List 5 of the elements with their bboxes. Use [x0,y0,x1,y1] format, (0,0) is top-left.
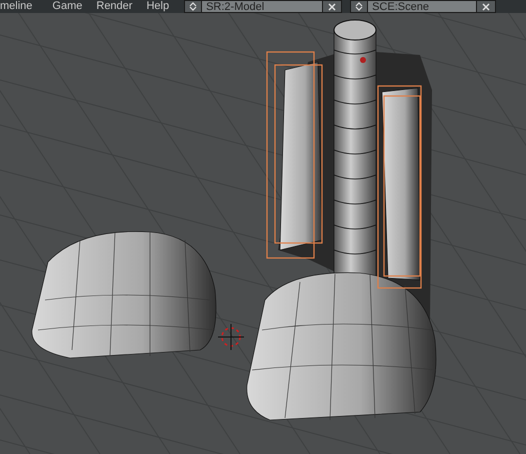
menu-item[interactable]: meline [0,0,40,13]
menu-item[interactable]: Render [89,0,140,13]
menu-item[interactable]: Game [45,0,90,13]
3d-cursor-icon [218,324,244,350]
menu-item[interactable]: Help [139,0,176,13]
